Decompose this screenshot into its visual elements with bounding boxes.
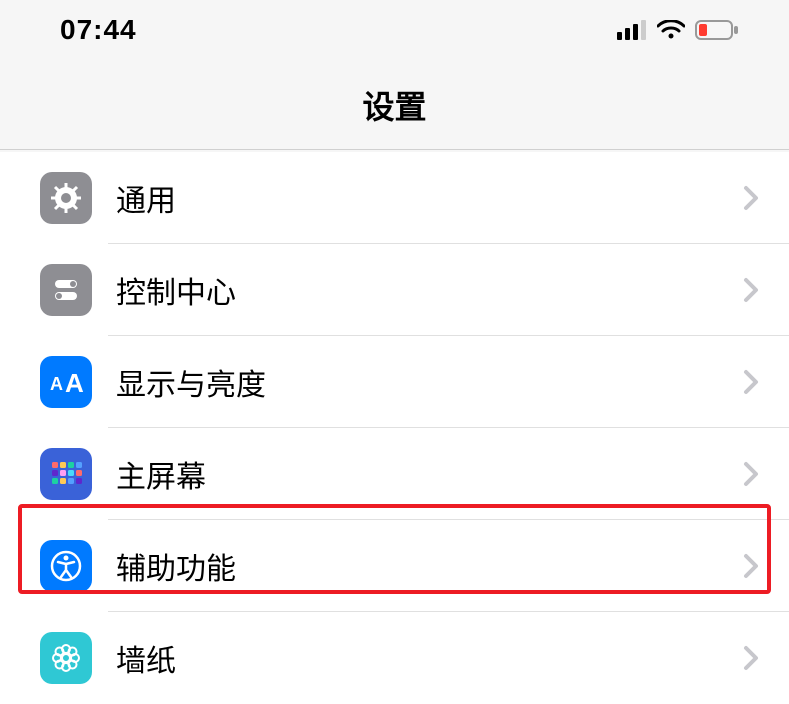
status-bar: 07:44 — [0, 0, 789, 60]
row-label: 控制中心 — [116, 268, 743, 312]
wifi-icon — [657, 20, 685, 40]
row-label: 主屏幕 — [116, 452, 743, 496]
nav-title: 设置 — [0, 60, 789, 150]
gear-icon — [40, 172, 92, 224]
cellular-signal-icon — [617, 20, 647, 40]
app-grid-icon — [40, 448, 92, 500]
row-home-screen[interactable]: 主屏幕 — [0, 428, 789, 520]
svg-text:A: A — [65, 368, 84, 398]
accessibility-icon — [40, 540, 92, 592]
flower-icon — [40, 632, 92, 684]
row-wallpaper[interactable]: 墙纸 — [0, 612, 789, 704]
chevron-right-icon — [743, 277, 759, 303]
row-label: 墙纸 — [116, 636, 743, 680]
text-size-icon: A A — [40, 356, 92, 408]
chevron-right-icon — [743, 645, 759, 671]
status-time: 07:44 — [60, 14, 137, 46]
nav-title-text: 设置 — [362, 82, 426, 128]
row-control-center[interactable]: 控制中心 — [0, 244, 789, 336]
svg-text:A: A — [50, 374, 63, 394]
row-label: 通用 — [116, 176, 743, 220]
row-display-brightness[interactable]: A A 显示与亮度 — [0, 336, 789, 428]
chevron-right-icon — [743, 369, 759, 395]
toggles-icon — [40, 264, 92, 316]
chevron-right-icon — [743, 461, 759, 487]
chevron-right-icon — [743, 185, 759, 211]
row-accessibility[interactable]: 辅助功能 — [0, 520, 789, 612]
settings-list: 通用 控制中心 A A 显示与亮度 — [0, 152, 789, 704]
chevron-right-icon — [743, 553, 759, 579]
row-label: 显示与亮度 — [116, 360, 743, 404]
row-general[interactable]: 通用 — [0, 152, 789, 244]
row-label: 辅助功能 — [116, 544, 743, 588]
status-icons — [617, 20, 739, 40]
battery-low-icon — [695, 20, 739, 40]
